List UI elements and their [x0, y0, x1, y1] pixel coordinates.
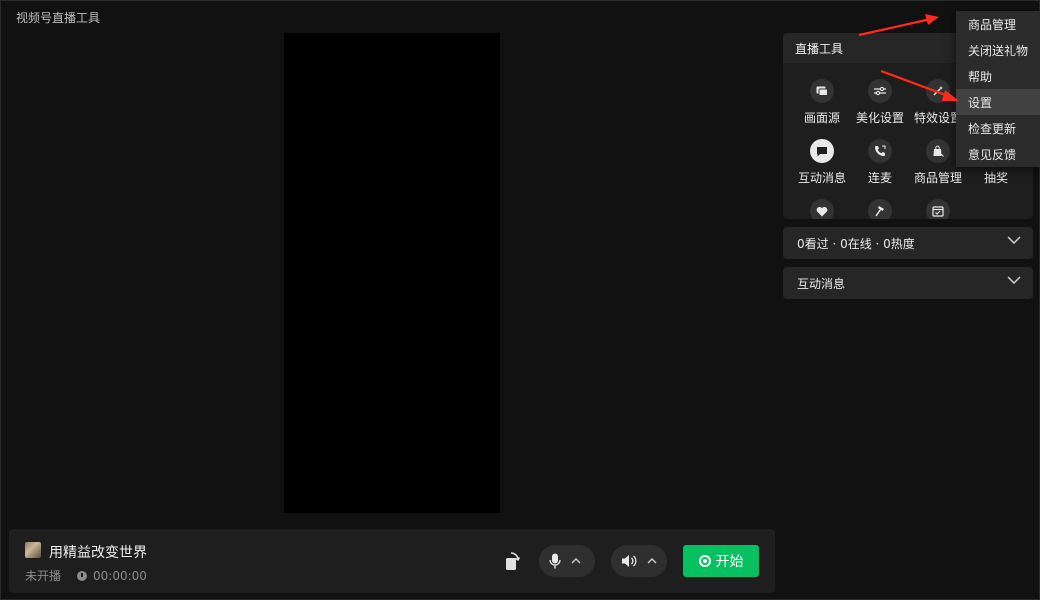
shopping-bag-icon	[926, 139, 950, 163]
app-window: 视频号直播工具 用精益改变世界 未开播 00:00:00 开始 直播工具 画面源…	[0, 0, 1040, 600]
room-title: 用精益改变世界	[49, 545, 147, 561]
menu-item-settings[interactable]: 设置	[956, 89, 1040, 115]
chevron-down-icon[interactable]	[1007, 236, 1021, 244]
avatar	[25, 542, 41, 558]
menu-item-help[interactable]: 帮助	[956, 63, 1040, 89]
tool-label: 互动消息	[797, 171, 846, 185]
stats-label: 0看过 · 0在线 · 0热度	[797, 236, 915, 251]
beauty-sliders-icon	[868, 79, 892, 103]
start-label: 开始	[715, 553, 744, 569]
tool-label: 商品管理	[913, 171, 962, 185]
duration-text: 00:00:00	[93, 568, 147, 583]
chevron-up-icon[interactable]	[647, 558, 657, 564]
tool-label: 画面源	[803, 111, 840, 125]
start-live-button[interactable]: 开始	[683, 545, 759, 577]
menu-item-check-updates[interactable]: 检查更新	[956, 115, 1040, 141]
live-status: 未开播	[25, 569, 62, 583]
hammer-icon	[868, 199, 892, 219]
clock-icon	[77, 570, 88, 581]
stats-section[interactable]: 0看过 · 0在线 · 0热度	[783, 227, 1033, 259]
chevron-up-icon[interactable]	[571, 558, 581, 564]
chat-bubble-icon	[810, 139, 834, 163]
messages-section[interactable]: 互动消息	[783, 267, 1033, 299]
app-title: 视频号直播工具	[16, 11, 101, 25]
tool-screen-source[interactable]: 画面源	[793, 79, 851, 126]
microphone-icon	[549, 553, 561, 569]
messages-label: 互动消息	[797, 276, 846, 291]
record-icon	[698, 555, 711, 567]
chevron-down-icon[interactable]	[1007, 276, 1021, 284]
more-dropdown-menu: 商品管理 关闭送礼物 帮助 设置 检查更新 意见反馈	[956, 11, 1040, 167]
tool-label: 抽奖	[983, 171, 1008, 185]
speaker-icon	[622, 555, 637, 567]
tool-hammer[interactable]	[851, 199, 909, 219]
rotate-icon	[506, 552, 521, 570]
tool-beauty-settings[interactable]: 美化设置	[851, 79, 909, 126]
menu-item-feedback[interactable]: 意见反馈	[956, 141, 1040, 167]
bottom-bar: 用精益改变世界 未开播 00:00:00 开始	[9, 529, 775, 593]
tool-label: 特效设置	[913, 111, 962, 125]
menu-item-product-management[interactable]: 商品管理	[956, 11, 1040, 37]
screen-source-icon	[810, 79, 834, 103]
tool-interactive-messages[interactable]: 互动消息	[793, 139, 851, 186]
tool-heart[interactable]	[793, 199, 851, 219]
speaker-control[interactable]	[611, 545, 667, 577]
tool-label: 美化设置	[855, 111, 904, 125]
phone-link-icon	[868, 139, 892, 163]
tool-calendar[interactable]	[909, 199, 967, 219]
tool-label: 连麦	[867, 171, 892, 185]
arrow-to-more-menu	[858, 14, 939, 37]
status-line: 未开播 00:00:00	[25, 567, 147, 584]
video-preview	[284, 33, 500, 513]
rotate-screen-button[interactable]	[501, 549, 523, 573]
effects-icon	[926, 79, 950, 103]
microphone-control[interactable]	[539, 545, 595, 577]
tool-co-host[interactable]: 连麦	[851, 139, 909, 186]
calendar-icon	[926, 199, 950, 219]
duration-display: 00:00:00	[77, 569, 147, 583]
menu-item-disable-gifts[interactable]: 关闭送礼物	[956, 37, 1040, 63]
heart-icon	[810, 199, 834, 219]
